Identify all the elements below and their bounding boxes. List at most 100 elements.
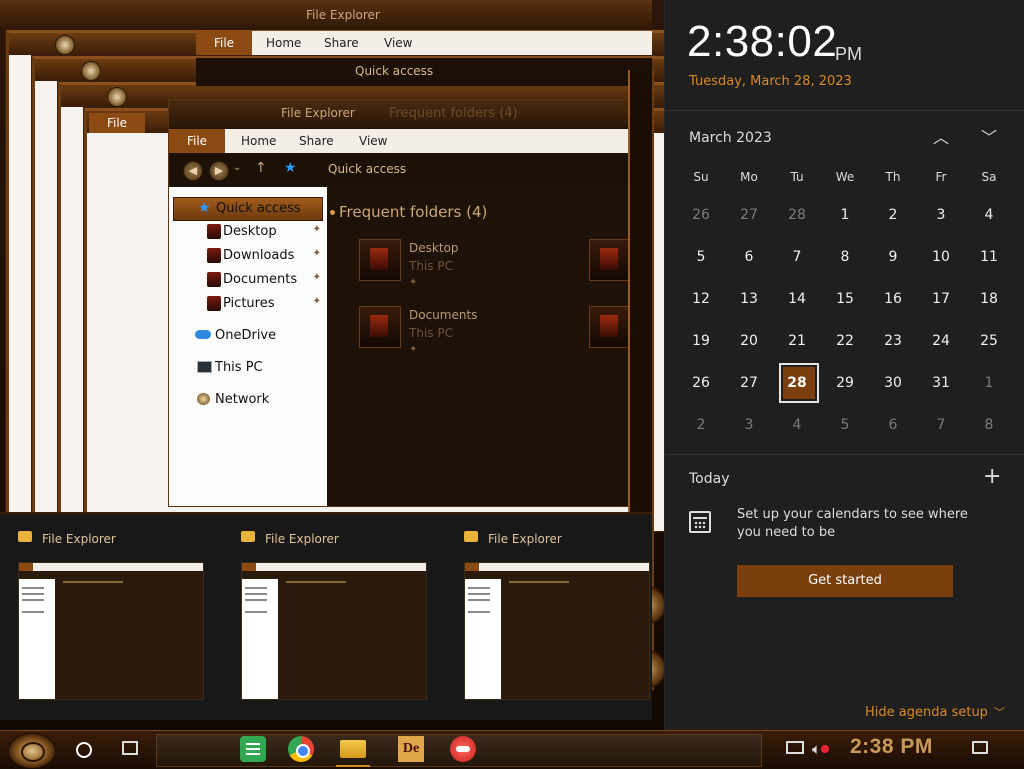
- calendar-day[interactable]: 15: [821, 278, 869, 320]
- calendar-day[interactable]: 31: [917, 362, 965, 404]
- folder-tile-pictures[interactable]: [567, 302, 631, 358]
- nav-item-network[interactable]: Network: [173, 389, 323, 411]
- task-view-icon[interactable]: [122, 741, 138, 755]
- calendar-day[interactable]: 22: [821, 320, 869, 362]
- full-date-link[interactable]: Tuesday, March 28, 2023: [689, 74, 852, 89]
- address-path[interactable]: Quick access: [328, 162, 406, 176]
- up-arrow-icon[interactable]: ↑: [255, 160, 267, 176]
- calendar-day[interactable]: 2: [869, 194, 917, 236]
- task-view-thumbnail[interactable]: File Explorer: [14, 528, 204, 708]
- calendar-day[interactable]: 27: [725, 194, 773, 236]
- network-tray-icon[interactable]: [786, 741, 804, 754]
- calendar-day[interactable]: 7: [917, 404, 965, 446]
- calendar-day[interactable]: 1: [965, 362, 1013, 404]
- ghost-tab-home[interactable]: Home: [266, 36, 301, 50]
- folder-tile-desktop[interactable]: Desktop This PC ✦: [337, 235, 587, 291]
- calendar-day[interactable]: 23: [869, 320, 917, 362]
- calendar-day[interactable]: 10: [917, 236, 965, 278]
- nav-item-downloads[interactable]: Downloads ✦: [173, 245, 323, 267]
- add-event-plus-icon[interactable]: +: [983, 466, 1001, 488]
- nav-item-this-pc[interactable]: This PC: [173, 357, 323, 379]
- day-number: 1: [840, 207, 850, 223]
- tab-view[interactable]: View: [359, 134, 387, 148]
- ghost-tab-share[interactable]: Share: [324, 36, 359, 50]
- day-number: 18: [980, 291, 998, 307]
- calendar-day[interactable]: 13: [725, 278, 773, 320]
- calendar-day[interactable]: 6: [869, 404, 917, 446]
- task-view-thumbnail[interactable]: File Explorer: [237, 528, 427, 708]
- folder-tile-documents[interactable]: Documents This PC ✦: [337, 302, 587, 358]
- back-arrow-icon[interactable]: ◀: [183, 161, 203, 181]
- calendar-day[interactable]: 20: [725, 320, 773, 362]
- ghost-file-tab[interactable]: File: [196, 31, 252, 55]
- calendar-day[interactable]: 4: [965, 194, 1013, 236]
- calendar-day[interactable]: 26: [677, 362, 725, 404]
- weekday-label: Tu: [790, 170, 804, 184]
- google-keep-icon[interactable]: [240, 736, 266, 762]
- calendar-day[interactable]: 29: [821, 362, 869, 404]
- titlebar[interactable]: File Explorer Frequent folders (4): [169, 100, 653, 128]
- calendar-flyout: 2:38:02 PM Tuesday, March 28, 2023 March…: [664, 0, 1024, 730]
- tab-share[interactable]: Share: [299, 134, 334, 148]
- cortana-circle-icon[interactable]: [76, 742, 92, 758]
- month-title[interactable]: March 2023: [689, 130, 772, 146]
- red-app-icon[interactable]: [450, 736, 476, 762]
- calendar-day-today[interactable]: 28: [773, 362, 821, 404]
- file-explorer-icon[interactable]: [340, 740, 366, 758]
- calendar-day[interactable]: 19: [677, 320, 725, 362]
- file-explorer-window[interactable]: File Explorer Frequent folders (4) File …: [168, 99, 654, 507]
- calendar-day[interactable]: 8: [821, 236, 869, 278]
- hide-agenda-setup-link[interactable]: Hide agenda setup ﹀: [865, 704, 1005, 720]
- ghost-quick-access[interactable]: Quick access: [355, 64, 433, 78]
- chrome-icon[interactable]: [288, 736, 314, 762]
- calendar-day[interactable]: 11: [965, 236, 1013, 278]
- calendar-day[interactable]: 27: [725, 362, 773, 404]
- nav-item-desktop[interactable]: Desktop ✦: [173, 221, 323, 243]
- calendar-day[interactable]: 9: [869, 236, 917, 278]
- nav-item-documents[interactable]: Documents ✦: [173, 269, 323, 291]
- calendar-day[interactable]: 5: [677, 236, 725, 278]
- chevron-down-icon: ﹀: [993, 706, 1005, 719]
- calendar-day[interactable]: 28: [773, 194, 821, 236]
- chevron-down-icon[interactable]: ﹀: [977, 126, 1001, 150]
- calendar-day[interactable]: 25: [965, 320, 1013, 362]
- action-center-icon[interactable]: [972, 741, 988, 754]
- calendar-day[interactable]: 17: [917, 278, 965, 320]
- calendar-day[interactable]: 4: [773, 404, 821, 446]
- calendar-day[interactable]: 7: [773, 236, 821, 278]
- nav-label: OneDrive: [215, 328, 277, 343]
- nav-item-pictures[interactable]: Pictures ✦: [173, 293, 323, 315]
- calendar-day[interactable]: 6: [725, 236, 773, 278]
- calendar-day[interactable]: 16: [869, 278, 917, 320]
- de-icon[interactable]: De: [398, 736, 424, 762]
- calendar-day[interactable]: 24: [917, 320, 965, 362]
- calendar-day[interactable]: 26: [677, 194, 725, 236]
- calendar-day[interactable]: 18: [965, 278, 1013, 320]
- calendar-day[interactable]: 8: [965, 404, 1013, 446]
- calendar-day[interactable]: 21: [773, 320, 821, 362]
- calendar-day[interactable]: 30: [869, 362, 917, 404]
- volume-muted-icon[interactable]: 🔈︎: [812, 740, 829, 758]
- tab-file[interactable]: File: [169, 129, 225, 153]
- calendar-day[interactable]: 2: [677, 404, 725, 446]
- calendar-day[interactable]: 3: [917, 194, 965, 236]
- calendar-day[interactable]: 5: [821, 404, 869, 446]
- calendar-day[interactable]: 12: [677, 278, 725, 320]
- recent-dropdown-icon[interactable]: ⌄: [233, 162, 241, 173]
- ghost-tab-view[interactable]: View: [384, 36, 412, 50]
- task-view-thumbnail[interactable]: File Explorer: [460, 528, 650, 708]
- taskbar-clock[interactable]: 2:38 PM: [850, 735, 933, 759]
- nav-item-quick-access[interactable]: ★ Quick access: [173, 197, 323, 221]
- cascade-file-tab[interactable]: File: [89, 113, 145, 133]
- calendar-day[interactable]: 1: [821, 194, 869, 236]
- calendar-day[interactable]: 14: [773, 278, 821, 320]
- nav-item-onedrive[interactable]: OneDrive: [173, 325, 323, 347]
- folder-tile-downloads[interactable]: [567, 235, 631, 291]
- tab-home[interactable]: Home: [241, 134, 276, 148]
- chevron-up-icon[interactable]: ︿: [929, 126, 953, 150]
- calendar-day[interactable]: 3: [725, 404, 773, 446]
- forward-arrow-icon[interactable]: ▶: [209, 161, 229, 181]
- frequent-folders-header[interactable]: Frequent folders (4): [329, 203, 487, 221]
- get-started-button[interactable]: Get started: [737, 565, 953, 597]
- start-gear-icon[interactable]: [8, 733, 56, 769]
